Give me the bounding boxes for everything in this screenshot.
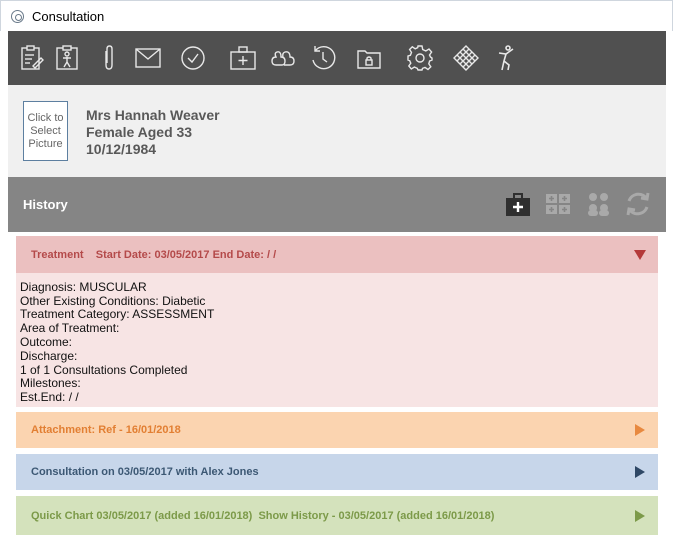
photo-label: Click to Select Picture: [27, 111, 64, 150]
clipboard-edit-icon[interactable]: [16, 43, 46, 73]
treatment-panel-header[interactable]: Treatment Start Date: 03/05/2017 End Dat…: [16, 236, 658, 273]
category-line: Treatment Category: ASSESSMENT: [20, 307, 215, 321]
quick-chart-panel-header[interactable]: Quick Chart 03/05/2017 (added 16/01/2018…: [16, 496, 658, 535]
est-end-line: Est.End: / /: [20, 390, 79, 404]
history-clock-icon[interactable]: [308, 43, 338, 73]
area-line: Area of Treatment:: [20, 321, 120, 335]
milestones-line: Milestones:: [20, 376, 81, 390]
clipboard-person-icon[interactable]: [52, 43, 82, 73]
expand-arrow-icon[interactable]: [634, 466, 646, 478]
consultations-line: 1 of 1 Consultations Completed: [20, 363, 188, 377]
expand-arrow-icon[interactable]: [634, 424, 646, 436]
title-bar: Consultation: [0, 0, 673, 31]
attachment-header-text: Attachment: Ref - 16/01/2018: [31, 424, 181, 436]
medical-kit-icon[interactable]: [228, 43, 258, 73]
person-pose-icon[interactable]: [489, 43, 519, 73]
history-list: Treatment Start Date: 03/05/2017 End Dat…: [8, 232, 666, 555]
attachment-panel-header[interactable]: Attachment: Ref - 16/01/2018: [16, 412, 658, 448]
history-title: History: [23, 197, 68, 212]
paperclip-icon[interactable]: [94, 43, 124, 73]
diagnosis-line: Diagnosis: MUSCULAR: [20, 280, 147, 294]
discharge-line: Discharge:: [20, 349, 78, 363]
window-title: Consultation: [32, 9, 105, 24]
cloud-shapes-icon[interactable]: [268, 43, 298, 73]
people-group-icon[interactable]: [584, 190, 612, 218]
select-picture-button[interactable]: Click to Select Picture: [23, 101, 68, 161]
medical-group-icon[interactable]: [544, 190, 572, 218]
conditions-line: Other Existing Conditions: Diabetic: [20, 294, 206, 308]
treatment-header-text: Treatment Start Date: 03/05/2017 End Dat…: [31, 248, 277, 261]
app-logo-icon: [11, 10, 24, 23]
patient-dob: 10/12/1984: [86, 141, 157, 157]
history-header: History: [8, 177, 666, 232]
checkmark-circle-icon[interactable]: [178, 43, 208, 73]
folder-lock-icon[interactable]: [354, 43, 384, 73]
quick-chart-header-text: Quick Chart 03/05/2017 (added 16/01/2018…: [31, 509, 495, 522]
outcome-line: Outcome:: [20, 335, 73, 349]
envelope-icon[interactable]: [133, 43, 163, 73]
consultation-header-text: Consultation on 03/05/2017 with Alex Jon…: [31, 466, 259, 478]
expand-arrow-icon[interactable]: [634, 509, 646, 522]
patient-header: Click to Select Picture Mrs Hannah Weave…: [8, 85, 666, 177]
patient-gender-age: Female Aged 33: [86, 124, 193, 140]
patient-name: Mrs Hannah Weaver: [86, 107, 220, 123]
add-treatment-icon[interactable]: [504, 190, 532, 218]
settings-gear-icon[interactable]: [405, 43, 435, 73]
consultation-panel-header[interactable]: Consultation on 03/05/2017 with Alex Jon…: [16, 454, 658, 490]
refresh-icon[interactable]: [624, 190, 652, 218]
diamond-grid-icon[interactable]: [451, 43, 481, 73]
toolbar: [8, 31, 666, 85]
collapse-arrow-icon[interactable]: [634, 249, 646, 261]
treatment-details: Diagnosis: MUSCULAR Other Existing Condi…: [16, 273, 658, 407]
